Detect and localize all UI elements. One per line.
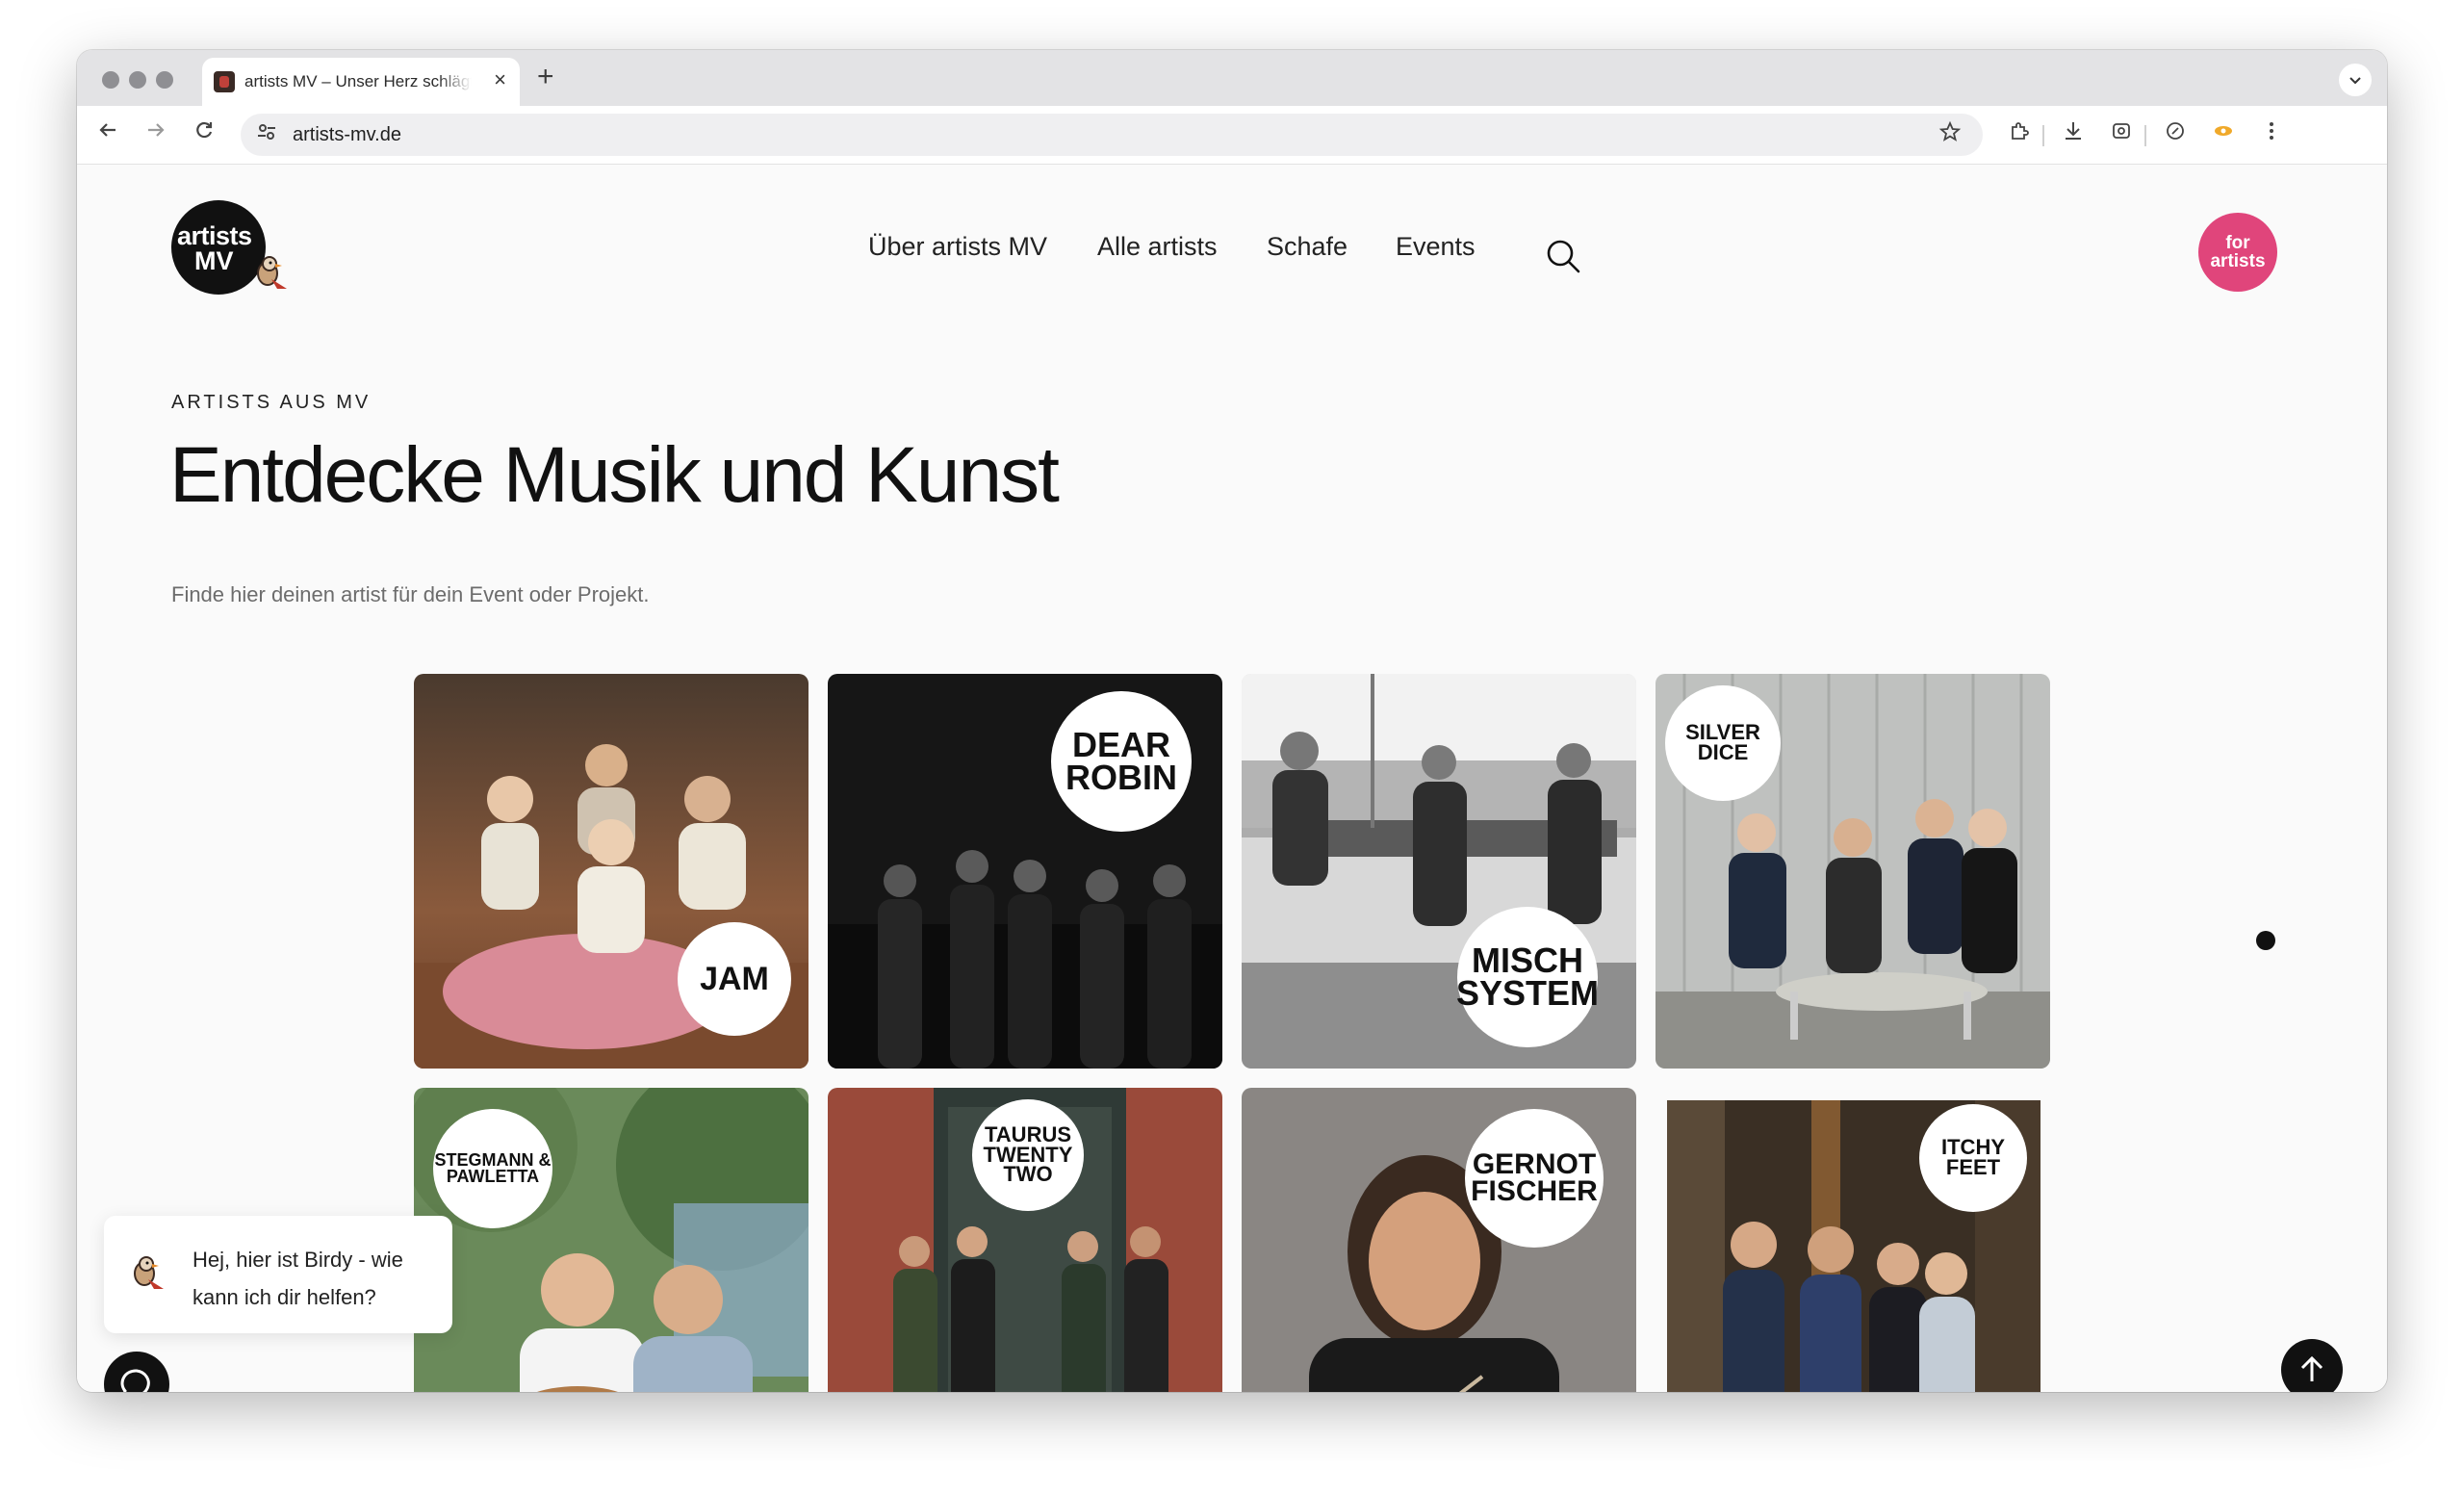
browser-window: artists MV – Unser Herz schlägt × + arti… [77,50,2387,1392]
artist-name-badge: STEGMANN & PAWLETTA [433,1109,552,1228]
for-artists-button[interactable]: for artists [2198,213,2277,292]
extensions-button[interactable] [2004,119,2035,150]
profile-extension-button[interactable] [2208,119,2239,150]
tab-search-button[interactable] [2339,64,2372,96]
new-tab-button[interactable]: + [537,60,554,94]
artist-card-silver-dice[interactable]: SILVER DICE [1656,674,2050,1069]
artist-name-badge: GERNOT FISCHER [1465,1109,1604,1248]
carousel-dot[interactable] [2256,931,2275,950]
tab-close-icon[interactable]: × [494,67,506,92]
site-settings-icon[interactable] [256,121,277,150]
performance-button[interactable] [2160,119,2191,150]
artist-card-stegmann-pawletta[interactable]: STEGMANN & PAWLETTA [414,1088,808,1392]
page-subtitle: Finde hier deinen artist für dein Event … [171,582,650,606]
logo-text-mv: MV [194,246,234,275]
artist-name-badge: DEAR ROBIN [1051,691,1192,832]
download-icon [2066,122,2081,140]
browser-toolbar: artists-mv.de [77,106,2387,165]
puzzle-icon [2012,122,2029,140]
kebab-menu-icon [2270,122,2273,140]
chevron-down-icon [2349,77,2361,85]
browser-menu-button[interactable] [2256,119,2287,150]
tab-strip: artists MV – Unser Herz schlägt × + [77,50,2387,106]
tab-title: artists MV – Unser Herz schlägt [244,72,472,90]
web-page: artists MV Über artists MV Alle artists … [77,165,2387,1392]
arrow-up-icon [2300,1355,2323,1381]
artist-card-dear-robin[interactable]: DEAR ROBIN [828,674,1222,1069]
site-favicon-icon [214,71,235,92]
artist-name-badge: JAM [678,922,791,1036]
nav-link-ueber-artists-mv[interactable]: Über artists MV [868,232,1047,262]
browser-tab[interactable]: artists MV – Unser Herz schlägt × [202,58,520,106]
forward-button[interactable] [141,119,171,148]
close-window-button[interactable] [102,71,119,89]
scroll-to-top-button[interactable] [2281,1339,2343,1392]
nav-link-alle-artists[interactable]: Alle artists [1097,232,1218,262]
birdy-mascot-icon [257,256,287,289]
artist-card-gernot-fischer[interactable]: GERNOT FISCHER [1242,1088,1636,1392]
artist-card-itchy-feet[interactable]: ITCHY FEET [1667,1100,2040,1392]
address-bar[interactable]: artists-mv.de [241,114,1983,156]
nav-link-schafe[interactable]: Schafe [1267,232,1348,262]
toolbar-divider [2042,125,2044,146]
artist-card-taurus-twenty-two[interactable]: TAURUS TWENTY TWO [828,1088,1222,1392]
bookmark-star-icon[interactable] [1938,119,1962,150]
artist-card-jam[interactable]: JAM [414,674,808,1069]
minimize-window-button[interactable] [129,71,146,89]
for-artists-label-line1: for [2225,233,2250,253]
lens-icon [2113,123,2130,139]
arrow-right-icon [148,123,165,137]
birdy-mascot-icon [134,1256,164,1289]
chat-open-button[interactable] [104,1352,169,1392]
url-text: artists-mv.de [293,124,401,145]
section-eyebrow: ARTISTS AUS MV [171,392,372,413]
artist-name-badge: MISCH SYSTEM [1456,907,1599,1047]
zoom-window-button[interactable] [156,71,173,89]
artist-name-badge: ITCHY FEET [1919,1104,2027,1212]
site-logo[interactable]: artists MV [171,200,287,295]
search-icon[interactable] [1544,237,1582,275]
artist-name-badge: SILVER DICE [1665,685,1781,801]
reload-icon [196,121,213,139]
artist-name-badge: TAURUS TWENTY TWO [972,1099,1084,1211]
nav-link-events[interactable]: Events [1396,232,1476,262]
eye-icon [2215,126,2232,136]
reload-button[interactable] [189,119,219,148]
arrow-left-icon [99,123,116,137]
downloads-button[interactable] [2058,119,2089,150]
page-title: Entdecke Musik und Kunst [169,431,1060,519]
toolbar-divider [2144,125,2146,146]
chat-bubble-icon [120,1369,150,1392]
chat-greeting-bubble[interactable]: Hej, hier ist Birdy - wie kann ich dir h… [104,1216,452,1333]
artist-card-misch-system[interactable]: MISCH SYSTEM [1242,674,1636,1069]
chat-greeting-text: Hej, hier ist Birdy - wie kann ich dir h… [192,1248,403,1309]
back-button[interactable] [92,119,123,148]
gauge-icon [2167,122,2184,140]
for-artists-label-line2: artists [2210,251,2266,271]
screenshot-button[interactable] [2106,119,2137,150]
